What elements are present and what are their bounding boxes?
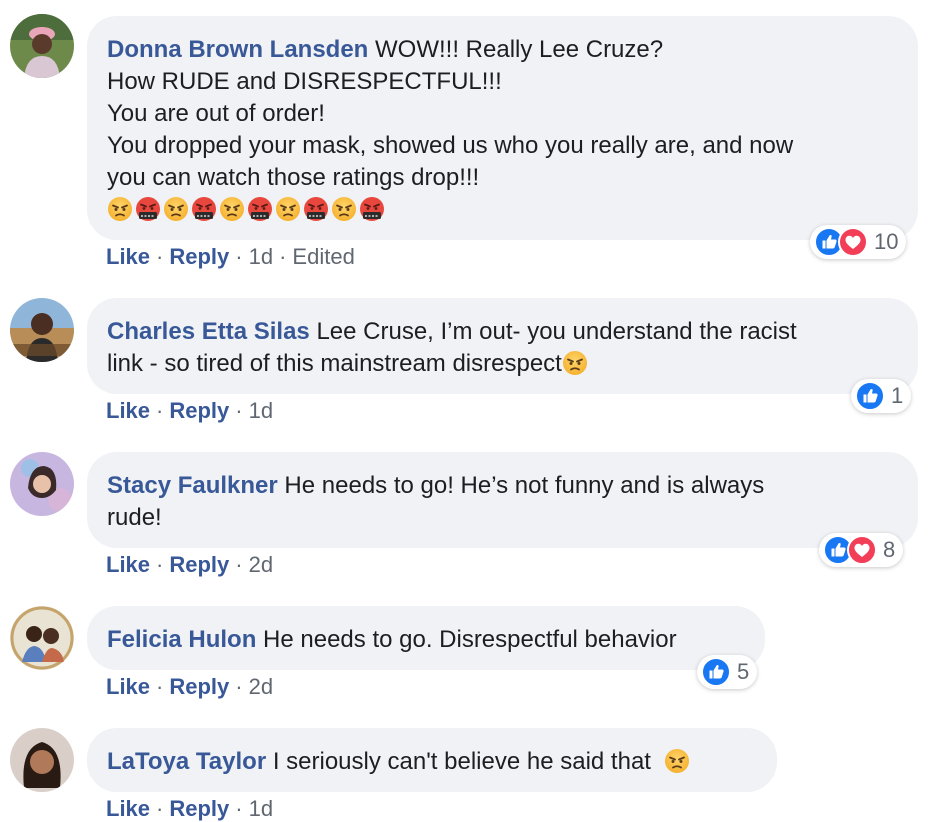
angry-face-icon xyxy=(107,196,133,222)
reactions-pill[interactable]: 1 xyxy=(851,379,912,413)
comment-text: He needs to go! He’s not funny and is al… xyxy=(284,472,765,499)
author-name[interactable]: Charles Etta Silas xyxy=(107,318,310,345)
angry-face-icon xyxy=(331,196,357,222)
like-link[interactable]: Like xyxy=(106,552,150,577)
comment-text: WOW!!! Really Lee Cruze? xyxy=(375,36,664,63)
love-reaction-icon xyxy=(838,227,868,257)
emoji-row xyxy=(107,196,387,223)
reaction-count: 5 xyxy=(737,659,750,684)
comment-text: you can watch those ratings drop!!! xyxy=(107,164,480,191)
reaction-count: 8 xyxy=(883,537,896,562)
author-name[interactable]: Stacy Faulkner xyxy=(107,472,278,499)
like-link[interactable]: Like xyxy=(106,796,150,821)
timestamp[interactable]: 2d xyxy=(249,552,273,577)
reactions-pill[interactable]: 10 xyxy=(810,225,907,259)
angry-face-icon xyxy=(163,196,189,222)
comment-text: Lee Cruse, I’m out- you understand the r… xyxy=(316,318,797,345)
comment-text: link - so tired of this mainstream disre… xyxy=(107,350,562,377)
comment-text: You dropped your mask, showed us who you… xyxy=(107,132,794,159)
comment-text: How RUDE and DISRESPECTFUL!!! xyxy=(107,68,502,95)
avatar[interactable] xyxy=(10,728,74,792)
comment-text: rude! xyxy=(107,504,162,531)
like-reaction-icon xyxy=(855,381,885,411)
avatar[interactable] xyxy=(10,14,74,78)
avatar[interactable] xyxy=(10,452,74,516)
comment-bubble: LaToya Taylor I seriously can't believe … xyxy=(87,728,777,792)
comment-actions: Like · Reply · 1d xyxy=(106,796,274,821)
reply-link[interactable]: Reply xyxy=(169,398,229,423)
comment-bubble: Charles Etta Silas Lee Cruse, I’m out- y… xyxy=(87,298,918,394)
comment-actions: Like · Reply · 1d xyxy=(106,398,274,423)
author-name[interactable]: LaToya Taylor xyxy=(107,748,266,775)
reply-link[interactable]: Reply xyxy=(169,796,229,821)
like-link[interactable]: Like xyxy=(106,244,150,269)
reactions-pill[interactable]: 8 xyxy=(819,533,904,567)
angry-face-icon xyxy=(562,350,588,376)
comment-actions: Like · Reply · 1d · Edited xyxy=(106,244,355,269)
swearing-face-icon xyxy=(191,196,217,222)
angry-face-icon xyxy=(664,748,690,774)
timestamp[interactable]: 2d xyxy=(249,674,273,699)
swearing-face-icon xyxy=(135,196,161,222)
swearing-face-icon xyxy=(359,196,385,222)
angry-face-icon xyxy=(275,196,301,222)
author-name[interactable]: Donna Brown Lansden xyxy=(107,36,368,63)
comment-bubble: Felicia Hulon He needs to go. Disrespect… xyxy=(87,606,765,670)
author-name[interactable]: Felicia Hulon xyxy=(107,626,256,653)
comment-actions: Like · Reply · 2d xyxy=(106,552,274,577)
comment-bubble: Stacy Faulkner He needs to go! He’s not … xyxy=(87,452,918,548)
avatar[interactable] xyxy=(10,606,74,670)
comment-actions: Like · Reply · 2d xyxy=(106,674,274,699)
reply-link[interactable]: Reply xyxy=(169,674,229,699)
reply-link[interactable]: Reply xyxy=(169,552,229,577)
reply-link[interactable]: Reply xyxy=(169,244,229,269)
like-reaction-icon xyxy=(701,657,731,687)
swearing-face-icon xyxy=(303,196,329,222)
comment-text: You are out of order! xyxy=(107,100,325,127)
love-reaction-icon xyxy=(847,535,877,565)
timestamp[interactable]: 1d xyxy=(249,796,273,821)
timestamp[interactable]: 1d xyxy=(249,398,273,423)
comment-text: I seriously can't believe he said that xyxy=(272,748,651,775)
comment-text: He needs to go. Disrespectful behavior xyxy=(263,626,677,653)
timestamp[interactable]: 1d xyxy=(249,244,273,269)
like-link[interactable]: Like xyxy=(106,398,150,423)
edited-label[interactable]: Edited xyxy=(292,244,354,269)
reactions-pill[interactable]: 5 xyxy=(697,655,758,689)
avatar[interactable] xyxy=(10,298,74,362)
reaction-count: 10 xyxy=(874,229,899,254)
angry-face-icon xyxy=(219,196,245,222)
like-link[interactable]: Like xyxy=(106,674,150,699)
comment-bubble: Donna Brown Lansden WOW!!! Really Lee Cr… xyxy=(87,16,918,240)
reaction-count: 1 xyxy=(891,383,904,408)
swearing-face-icon xyxy=(247,196,273,222)
